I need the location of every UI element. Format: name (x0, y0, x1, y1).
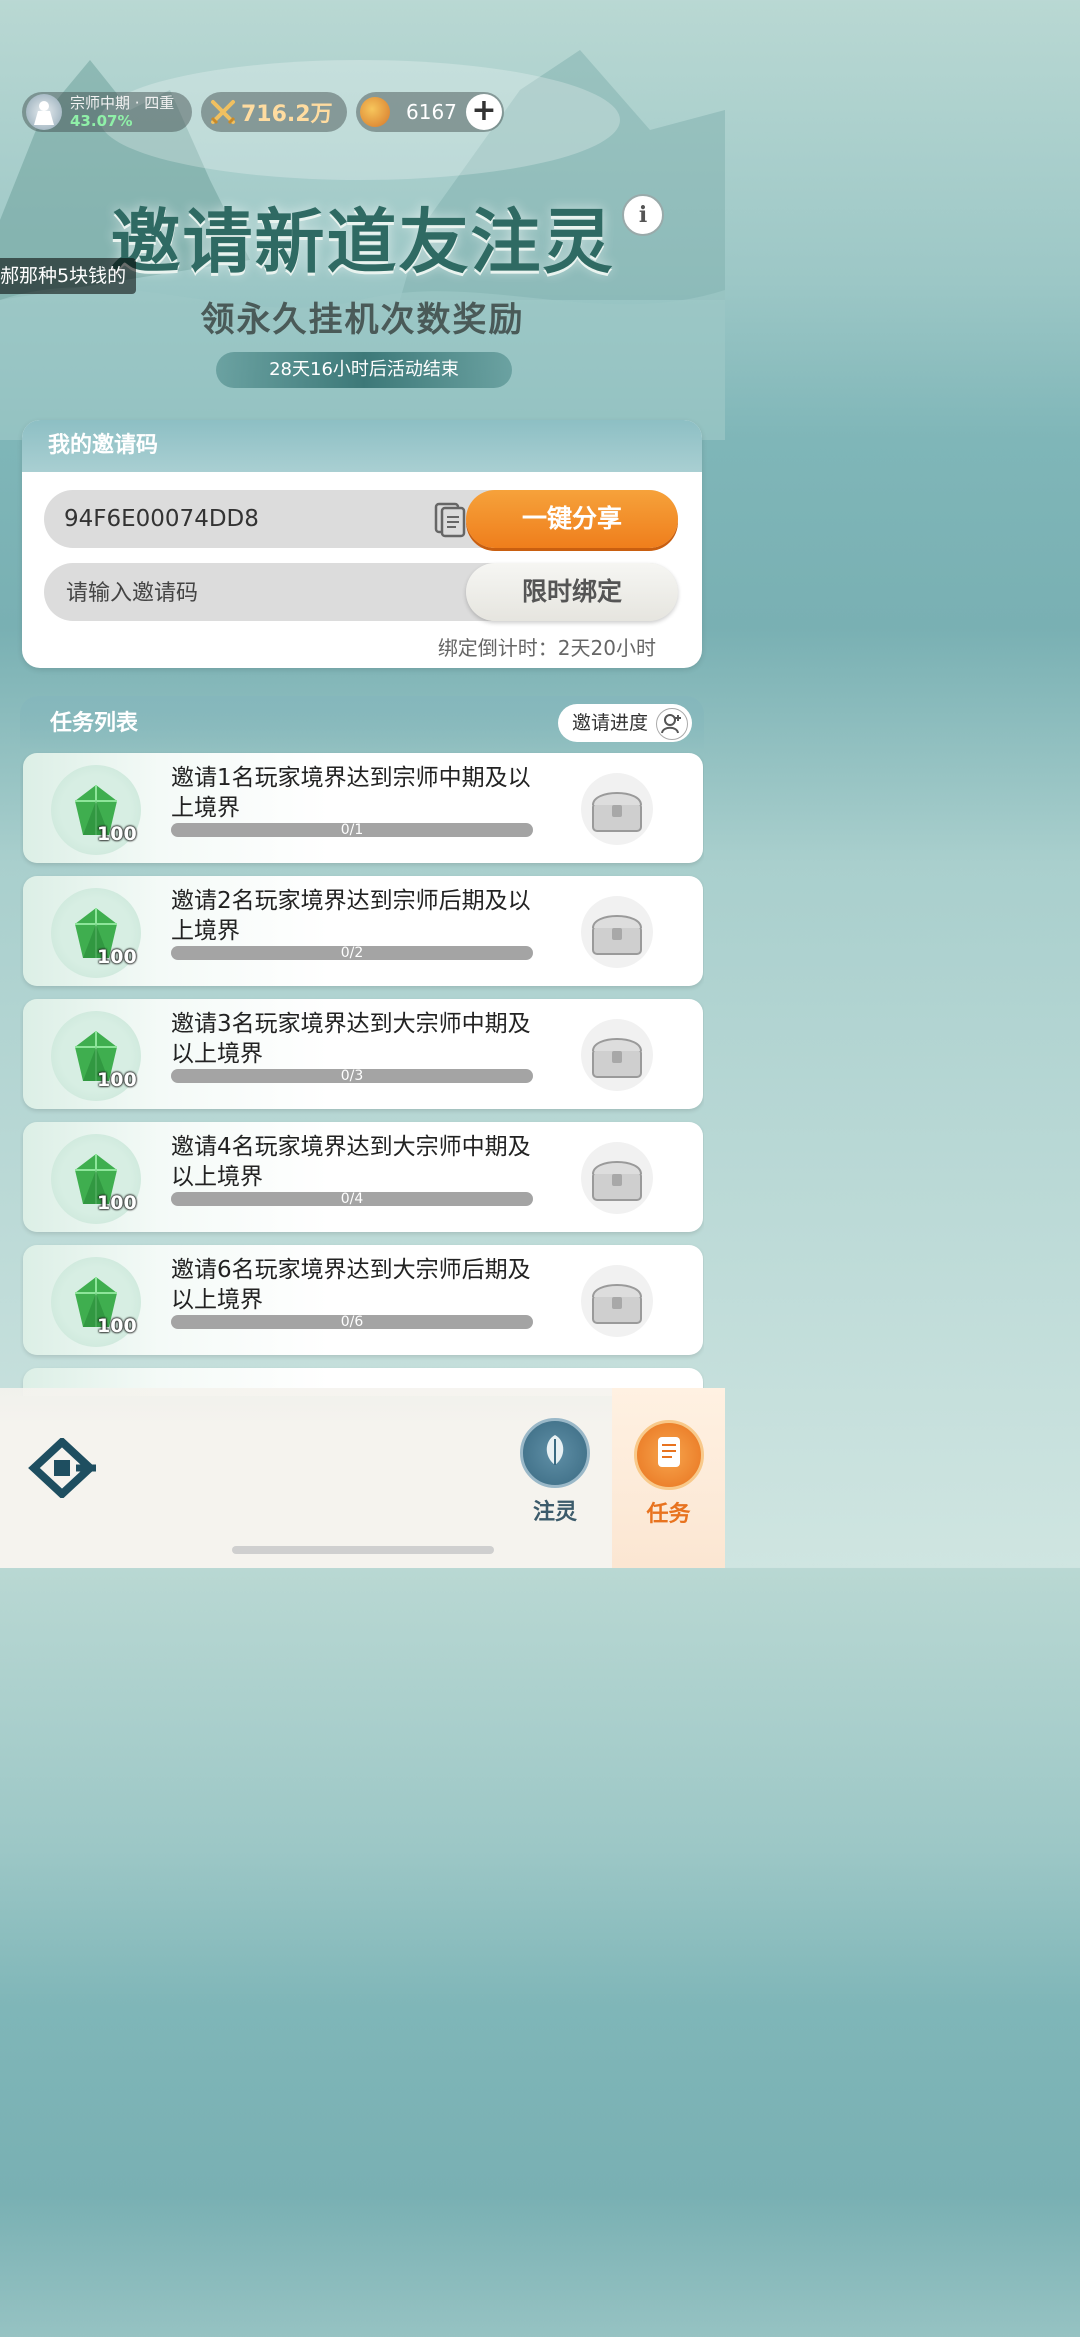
task-progress-text: 0/3 (340, 1068, 364, 1084)
bind-countdown: 绑定倒计时：2天20小时 (437, 636, 656, 660)
task-progress-text: 0/1 (340, 822, 364, 838)
task-title: 邀请3名玩家境界达到大宗师中期及以上境界 (171, 1011, 531, 1067)
task-progress-text: 0/2 (340, 945, 364, 961)
copy-icon[interactable] (432, 500, 470, 538)
reward-chest[interactable] (581, 896, 653, 968)
reward-jade[interactable]: 100 (51, 1134, 141, 1224)
reward-count: 100 (97, 1315, 137, 1337)
my-invite-code: 94F6E00074DD8 (64, 506, 259, 532)
my-code-row: 94F6E00074DD8 一键分享 (44, 490, 678, 548)
task-list-title: 任务列表 (50, 711, 139, 736)
rank-progress: 43.07% (70, 112, 133, 130)
invite-progress-button[interactable]: 邀请进度 (557, 704, 692, 742)
tab-renwu[interactable]: 任务 (612, 1388, 725, 1568)
invite-card-header: 我的邀请码 (22, 420, 702, 472)
tab-zhuling-label: 注灵 (532, 1500, 577, 1525)
page-subtitle: 领永久挂机次数奖励 (200, 300, 525, 340)
reward-count: 100 (97, 946, 137, 968)
task-item: 100 邀请3名玩家境界达到大宗师中期及以上境界 0/3 (23, 999, 703, 1109)
avatar (26, 94, 62, 130)
reward-count: 100 (97, 1069, 137, 1091)
bind-button[interactable]: 限时绑定 (466, 563, 678, 621)
danmaku-message: 郝那种5块钱的 (0, 258, 137, 294)
share-button[interactable]: 一键分享 (466, 490, 678, 548)
reward-chest[interactable] (581, 1019, 653, 1091)
reward-count: 100 (97, 1192, 137, 1214)
task-list-header: 任务列表 邀请进度 (20, 696, 704, 752)
home-indicator[interactable] (232, 1546, 494, 1554)
invite-progress-label: 邀请进度 (571, 712, 648, 734)
task-title: 邀请1名玩家境界达到宗师中期及以上境界 (171, 765, 531, 821)
enter-code-row: 限时绑定 (44, 563, 678, 623)
task-progress-text: 0/4 (340, 1191, 364, 1207)
task-title: 邀请4名玩家境界达到大宗师中期及以上境界 (171, 1134, 531, 1190)
reward-chest[interactable] (581, 1265, 653, 1337)
add-friend-icon (656, 708, 688, 740)
reward-chest[interactable] (581, 773, 653, 845)
task-title: 邀请2名玩家境界达到宗师后期及以上境界 (171, 888, 531, 944)
plus-icon: + (471, 93, 497, 128)
task-item: 100 邀请6名玩家境界达到大宗师后期及以上境界 0/6 (23, 1245, 703, 1355)
coin-value: 6167 (406, 100, 457, 124)
task-progress-bar: 0/4 (171, 1191, 533, 1207)
task-progress-bar: 0/6 (171, 1314, 533, 1330)
reward-chest[interactable] (581, 1142, 653, 1214)
task-title: 邀请6名玩家境界达到大宗师后期及以上境界 (171, 1257, 531, 1313)
scroll-task-icon (633, 1420, 704, 1490)
power-value: 716.2万 (241, 102, 333, 127)
rank-badge[interactable]: 宗师中期 · 四重 43.07% (22, 92, 192, 132)
task-progress-text: 0/6 (340, 1314, 364, 1330)
task-item: 100 邀请2名玩家境界达到宗师后期及以上境界 0/2 (23, 876, 703, 986)
task-progress-bar: 0/1 (171, 822, 533, 838)
reward-jade[interactable]: 100 (51, 888, 141, 978)
crossed-swords-icon (210, 100, 236, 125)
combat-power[interactable]: 716.2万 (201, 92, 347, 132)
bottom-navigation: 注灵 任务 (0, 1388, 725, 1568)
task-progress-bar: 0/3 (171, 1068, 533, 1084)
currency[interactable]: 6167 + (356, 92, 504, 132)
spirit-leaf-icon (520, 1418, 590, 1488)
task-list-panel[interactable]: 任务列表 邀请进度 100 邀请1名玩家境界达到宗师中期及以上境界 0/1 100 邀请… (20, 696, 704, 1396)
task-progress-bar: 0/2 (171, 945, 533, 961)
add-currency-button[interactable]: + (466, 94, 502, 130)
logo-icon (28, 1438, 96, 1498)
task-item: 100 邀请1名玩家境界达到宗师中期及以上境界 0/1 (23, 753, 703, 863)
event-countdown: 28天16小时后活动结束 (216, 352, 512, 388)
tab-zhuling[interactable]: 注灵 (510, 1418, 600, 1528)
coin-icon (360, 97, 390, 127)
invite-code-input[interactable] (64, 563, 448, 623)
tab-renwu-label: 任务 (646, 1502, 691, 1527)
reward-count: 100 (97, 823, 137, 845)
reward-jade[interactable]: 100 (51, 1011, 141, 1101)
reward-jade[interactable]: 100 (51, 1257, 141, 1347)
task-item: 100 邀请4名玩家境界达到大宗师中期及以上境界 0/4 (23, 1122, 703, 1232)
reward-jade[interactable]: 100 (51, 765, 141, 855)
rank-name: 宗师中期 · 四重 (70, 94, 175, 112)
invite-code-card: 我的邀请码 94F6E00074DD8 一键分享 限时绑定 绑定倒计时：2天20… (22, 420, 702, 668)
